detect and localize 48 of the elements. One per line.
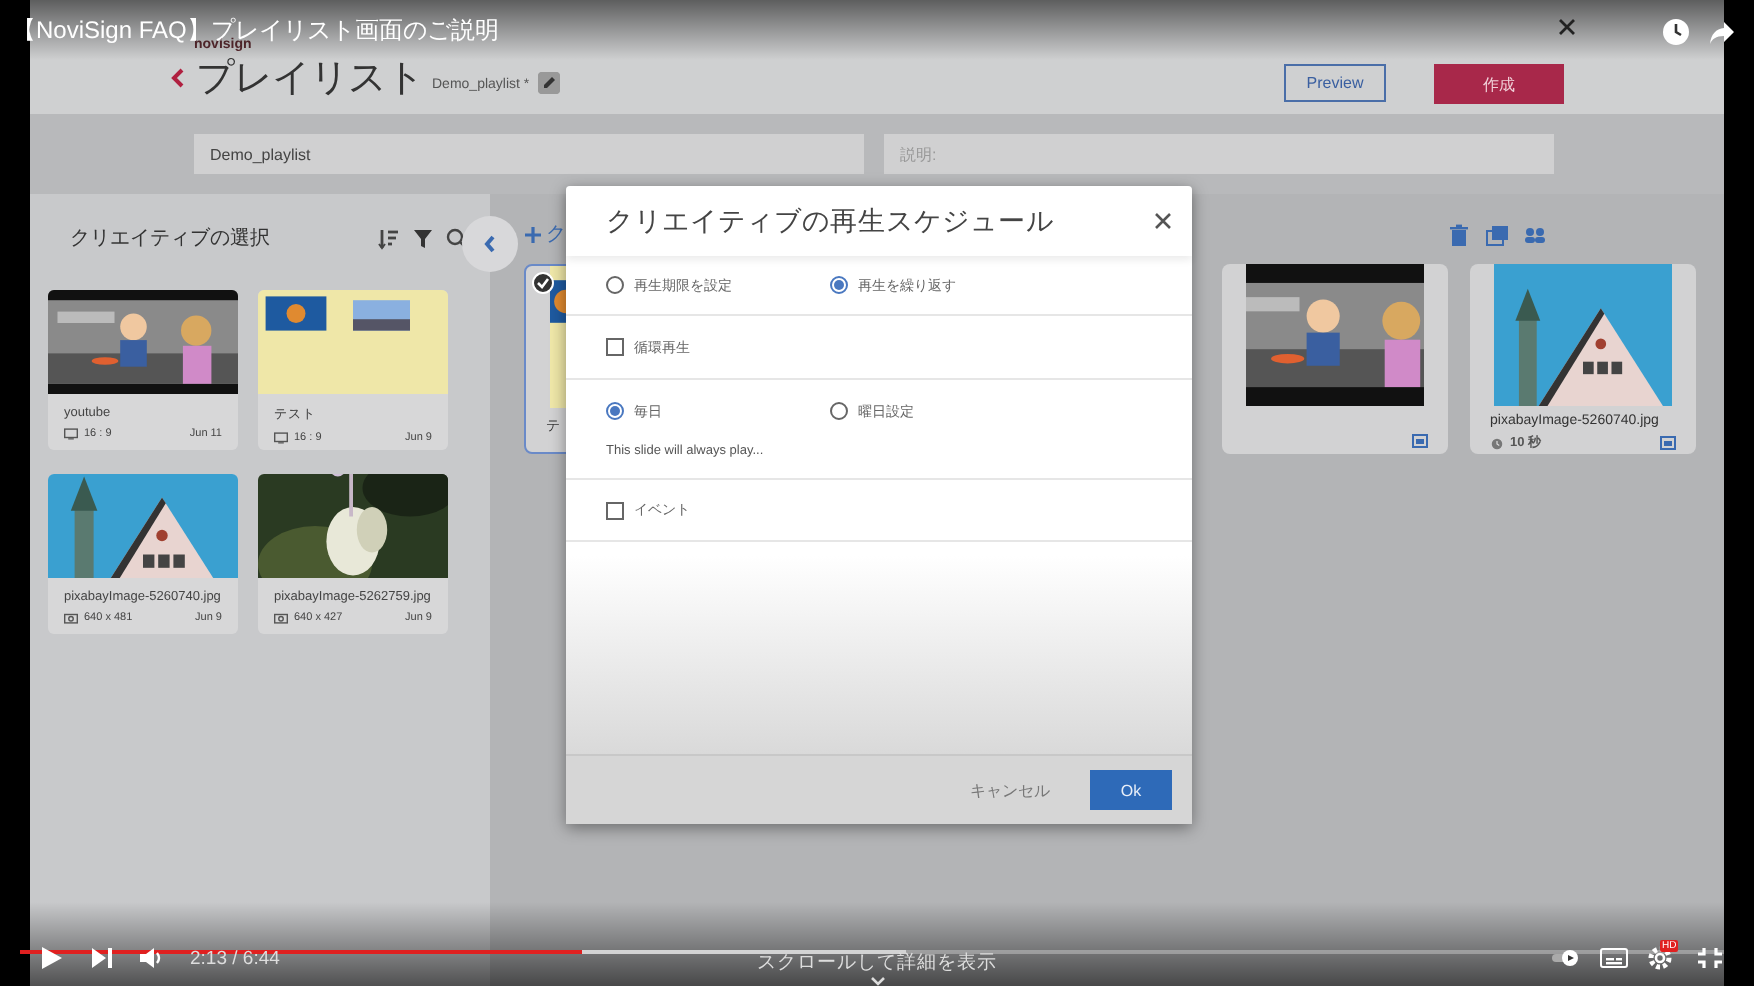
checkbox[interactable] <box>606 338 624 356</box>
clock-icon <box>1490 437 1504 449</box>
scroll-hint[interactable]: スクロールして詳細を表示 <box>757 950 997 976</box>
back-chevron-icon[interactable] <box>168 66 188 90</box>
exit-fullscreen-icon[interactable] <box>1696 946 1724 970</box>
calendar-icon[interactable] <box>1660 436 1676 450</box>
screen-icon <box>274 432 288 444</box>
camera-icon <box>64 612 78 624</box>
preview-button[interactable]: Preview <box>1284 64 1386 102</box>
group-icon[interactable] <box>1524 223 1546 245</box>
dialog-title: クリエイティブの再生スケジュール <box>606 203 1056 239</box>
volume-icon[interactable] <box>140 946 164 970</box>
settings-icon[interactable] <box>1648 946 1676 970</box>
chevron-left-icon[interactable] <box>482 234 498 254</box>
close-icon[interactable] <box>1154 212 1172 230</box>
clock-icon[interactable] <box>1662 18 1690 46</box>
calendar-icon[interactable] <box>1412 434 1428 448</box>
panel-title: クリエイティブの選択 <box>70 225 272 252</box>
plus-icon[interactable] <box>524 225 542 243</box>
trash-icon[interactable] <box>1448 223 1470 245</box>
close-icon[interactable] <box>1558 18 1576 36</box>
add-creative-button[interactable]: ク <box>524 220 566 248</box>
chevron-down-icon[interactable] <box>869 976 885 986</box>
filter-icon[interactable] <box>412 227 434 249</box>
cancel-button[interactable]: キャンセル <box>970 779 1050 801</box>
copy-icon[interactable] <box>1486 223 1508 245</box>
sort-icon[interactable] <box>378 227 400 249</box>
screen-icon <box>64 428 78 440</box>
camera-icon <box>274 612 288 624</box>
time-display: 2:13 / 6:44 <box>190 947 280 969</box>
create-button[interactable]: 作成 <box>1434 64 1564 104</box>
radio-button[interactable] <box>606 402 624 420</box>
playlist-card[interactable] <box>1222 264 1448 454</box>
page-title: プレイリスト <box>196 56 424 104</box>
subtitles-icon[interactable] <box>1600 946 1628 970</box>
checkbox[interactable] <box>606 501 624 519</box>
play-icon[interactable] <box>40 946 64 970</box>
ok-button[interactable]: Ok <box>1090 770 1172 810</box>
radio-button[interactable] <box>830 276 848 294</box>
radio-button[interactable] <box>606 276 624 294</box>
radio-button[interactable] <box>830 402 848 420</box>
check-icon <box>532 272 554 294</box>
collapse-button[interactable] <box>462 216 518 272</box>
description-field[interactable]: 説明: <box>884 134 1554 174</box>
autoplay-toggle-icon[interactable] <box>1552 946 1580 970</box>
next-icon[interactable] <box>90 946 114 970</box>
name-field[interactable]: Demo_playlist <box>194 134 864 174</box>
share-icon[interactable] <box>1708 18 1736 46</box>
